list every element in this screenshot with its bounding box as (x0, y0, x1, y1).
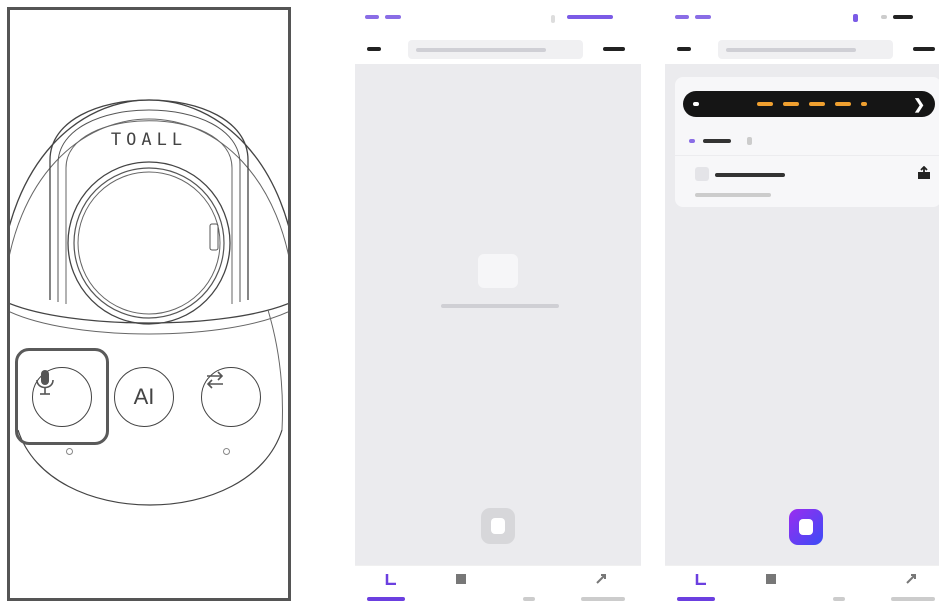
empty-state-icon (478, 254, 518, 288)
status-bar (665, 10, 939, 24)
search-input[interactable] (408, 40, 583, 59)
recording-list-area: ❯ (665, 64, 939, 565)
card-divider (675, 155, 939, 156)
status-bar (355, 10, 641, 24)
device-outline (10, 99, 288, 506)
share-icon[interactable] (917, 166, 931, 180)
home-icon[interactable] (385, 573, 397, 585)
device-swap-button[interactable] (201, 367, 261, 427)
tab-label-home (367, 597, 405, 601)
tab-label-file (833, 597, 845, 601)
device-brand-label: TOALL (110, 130, 188, 150)
device-illustration: TOALL AI (7, 7, 291, 601)
ai-button-label: AI (133, 384, 155, 409)
swap-led-indicator (223, 448, 230, 455)
tab-label-profile (581, 597, 625, 601)
record-button[interactable] (481, 508, 515, 544)
bottom-tab-bar (665, 565, 939, 605)
tab-label-file (523, 597, 535, 601)
record-button[interactable] (789, 509, 823, 545)
recording-thumbnail (695, 167, 709, 181)
file-icon[interactable] (455, 573, 467, 585)
phone-screen-empty (355, 0, 641, 605)
microphone-icon (799, 519, 813, 535)
phone-screen-recording: ❯ (665, 0, 939, 605)
recording-list-area (355, 64, 641, 565)
recording-in-progress-banner[interactable]: ❯ (683, 91, 935, 117)
swap-arrows-icon (206, 371, 224, 389)
empty-state-text (441, 304, 559, 308)
arrow-right-icon: ❯ (913, 96, 925, 112)
mic-button-highlight-frame (15, 348, 109, 445)
home-icon[interactable] (695, 573, 707, 585)
mic-led-indicator (66, 448, 73, 455)
file-icon[interactable] (765, 573, 777, 585)
search-input[interactable] (718, 40, 893, 59)
bottom-tab-bar (355, 565, 641, 605)
tab-label-home (677, 597, 715, 601)
microphone-icon (491, 518, 505, 534)
device-ai-button[interactable]: AI (114, 367, 174, 427)
profile-icon[interactable] (595, 573, 607, 585)
profile-icon[interactable] (905, 573, 917, 585)
recording-card[interactable]: ❯ (675, 77, 939, 207)
tab-label-profile (891, 597, 935, 601)
